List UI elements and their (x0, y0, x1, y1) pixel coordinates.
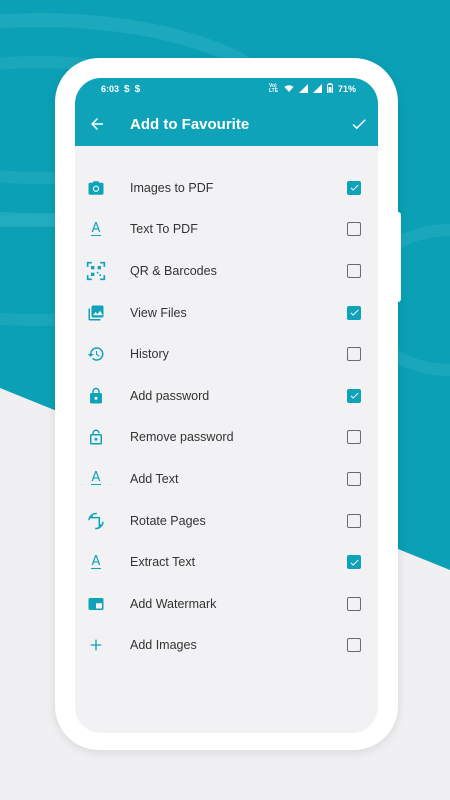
plus-icon (85, 634, 107, 656)
list-item-label: Extract Text (130, 555, 196, 570)
list-item[interactable]: View Files (75, 292, 378, 334)
list-item-label: Rotate Pages (130, 513, 206, 528)
history-icon (85, 343, 107, 365)
list-item-label: Images to PDF (130, 180, 214, 195)
battery-percent: 71% (337, 84, 356, 94)
list-item-label: QR & Barcodes (130, 263, 217, 278)
list-item[interactable]: Add Images (75, 625, 378, 667)
list-item[interactable]: Rotate Pages (75, 500, 378, 542)
list-item-label: View Files (130, 305, 187, 320)
s-notification-icon: $ (124, 83, 130, 95)
checkbox[interactable] (347, 471, 361, 486)
lock-icon (85, 385, 107, 407)
list-item-label: Add Text (130, 471, 179, 486)
list-item[interactable]: Images to PDF (75, 167, 378, 209)
arrow-back-icon[interactable] (88, 115, 106, 133)
signal-icon (312, 83, 322, 95)
checkbox[interactable] (347, 305, 361, 320)
status-bar: 6:03 $ $ Vo) LTE 71% (75, 78, 378, 100)
status-time: 6:03 (101, 84, 120, 94)
text-a-icon: A (90, 220, 102, 236)
text-a-icon: A (90, 470, 102, 486)
rotate-icon (85, 510, 107, 532)
qr-code-icon (85, 260, 107, 282)
checkbox[interactable] (347, 513, 361, 528)
list-item-label: Add Images (130, 638, 197, 653)
image-gallery-icon (85, 302, 107, 324)
network-label: Vo) LTE (268, 83, 279, 94)
list-item-label: Add password (130, 388, 210, 403)
list-item-label: Remove password (130, 430, 234, 445)
checkbox[interactable] (347, 388, 361, 403)
phone-side-button (395, 212, 401, 302)
list-item[interactable]: A Add Text (75, 458, 378, 500)
list-item[interactable]: History (75, 333, 378, 375)
favourite-list: Images to PDF A Text To PDF QR & Barcode… (75, 146, 378, 666)
battery-icon (326, 83, 333, 95)
app-bar: 6:03 $ $ Vo) LTE 71% Add to Favourite (75, 78, 378, 146)
wifi-icon (284, 84, 294, 95)
list-item-label: Text To PDF (130, 222, 198, 237)
list-item-label: History (130, 347, 169, 362)
checkbox[interactable] (347, 347, 361, 362)
checkbox[interactable] (347, 430, 361, 445)
checkbox[interactable] (347, 638, 361, 653)
list-item[interactable]: A Extract Text (75, 541, 378, 583)
list-item[interactable]: A Text To PDF (75, 209, 378, 251)
checkbox[interactable] (347, 555, 361, 570)
signal-icon (298, 83, 308, 95)
list-item[interactable]: Add password (75, 375, 378, 417)
app-screen: 6:03 $ $ Vo) LTE 71% Add to Favourite Im… (75, 78, 378, 733)
checkbox[interactable] (347, 596, 361, 611)
checkbox[interactable] (347, 180, 361, 195)
unlock-icon (85, 426, 107, 448)
watermark-icon (85, 593, 107, 615)
s-notification-icon: $ (134, 83, 141, 95)
list-item[interactable]: Add Watermark (75, 583, 378, 625)
list-item[interactable]: QR & Barcodes (75, 250, 378, 292)
text-a-icon: A (90, 553, 102, 569)
page-title: Add to Favourite (130, 115, 250, 133)
camera-icon (85, 177, 107, 199)
check-icon[interactable] (350, 115, 368, 133)
list-item-label: Add Watermark (130, 596, 217, 611)
list-item[interactable]: Remove password (75, 417, 378, 459)
checkbox[interactable] (347, 263, 361, 278)
toolbar: Add to Favourite (75, 108, 378, 140)
checkbox[interactable] (347, 222, 361, 237)
